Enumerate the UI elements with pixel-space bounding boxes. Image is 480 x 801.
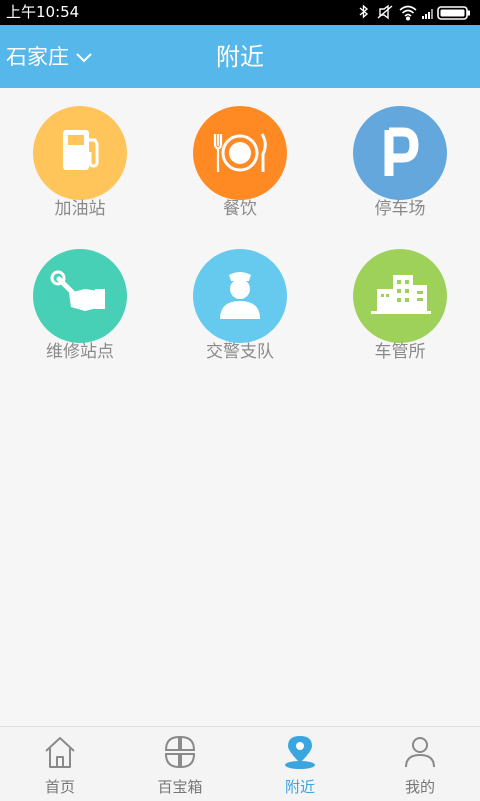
page-title: 附近: [216, 43, 264, 71]
category-label: 加油站: [54, 199, 106, 219]
category-repair[interactable]: 维修站点: [0, 231, 160, 362]
tab-profile[interactable]: 我的: [360, 727, 480, 801]
tab-label: 百宝箱: [157, 778, 203, 796]
bluetooth-icon: [359, 4, 369, 19]
status-bar: 上午10:54: [0, 0, 480, 25]
battery-icon: [437, 6, 470, 20]
category-label: 交警支队: [206, 342, 274, 362]
parking-icon: [384, 127, 419, 176]
gas-station-icon: [63, 130, 99, 170]
category-dining[interactable]: 餐饮: [160, 88, 320, 219]
category-vehicle-office[interactable]: 车管所: [320, 231, 480, 362]
toolbox-icon: [164, 735, 196, 769]
home-icon: [45, 737, 75, 768]
vehicle-office-icon: [371, 275, 431, 314]
repair-icon: [50, 270, 105, 311]
category-circle: [193, 249, 287, 343]
tab-label: 我的: [404, 778, 435, 796]
mute-icon: [377, 4, 393, 20]
category-circle: [353, 249, 447, 343]
status-icons: [354, 3, 474, 22]
tab-toolbox[interactable]: 百宝箱: [120, 727, 240, 801]
category-label: 车管所: [374, 342, 426, 362]
bottom-tab-bar: 首页 百宝箱 附近 我的: [0, 726, 480, 801]
wifi-icon: [399, 5, 417, 21]
tab-label: 附近: [284, 778, 315, 796]
category-circle: [353, 106, 447, 200]
tab-home[interactable]: 首页: [0, 727, 120, 801]
category-circle: [193, 106, 287, 200]
tab-nearby[interactable]: 附近: [240, 727, 360, 801]
traffic-police-icon: [220, 272, 260, 319]
profile-icon: [405, 737, 435, 768]
tab-label: 首页: [44, 778, 75, 796]
dining-icon: [213, 133, 267, 172]
category-label: 维修站点: [46, 342, 114, 362]
header: 石家庄 附近: [0, 25, 480, 88]
signal-icon: [422, 9, 433, 19]
nearby-location-icon: [285, 736, 315, 769]
category-gas-station[interactable]: 加油站: [0, 88, 160, 219]
category-parking[interactable]: 停车场: [320, 88, 480, 219]
category-label: 餐饮: [223, 199, 257, 219]
status-time: 上午10:54: [6, 3, 80, 21]
category-circle: [33, 106, 127, 200]
category-circle: [33, 249, 127, 343]
category-label: 停车场: [374, 199, 426, 219]
category-traffic-police[interactable]: 交警支队: [160, 231, 320, 362]
